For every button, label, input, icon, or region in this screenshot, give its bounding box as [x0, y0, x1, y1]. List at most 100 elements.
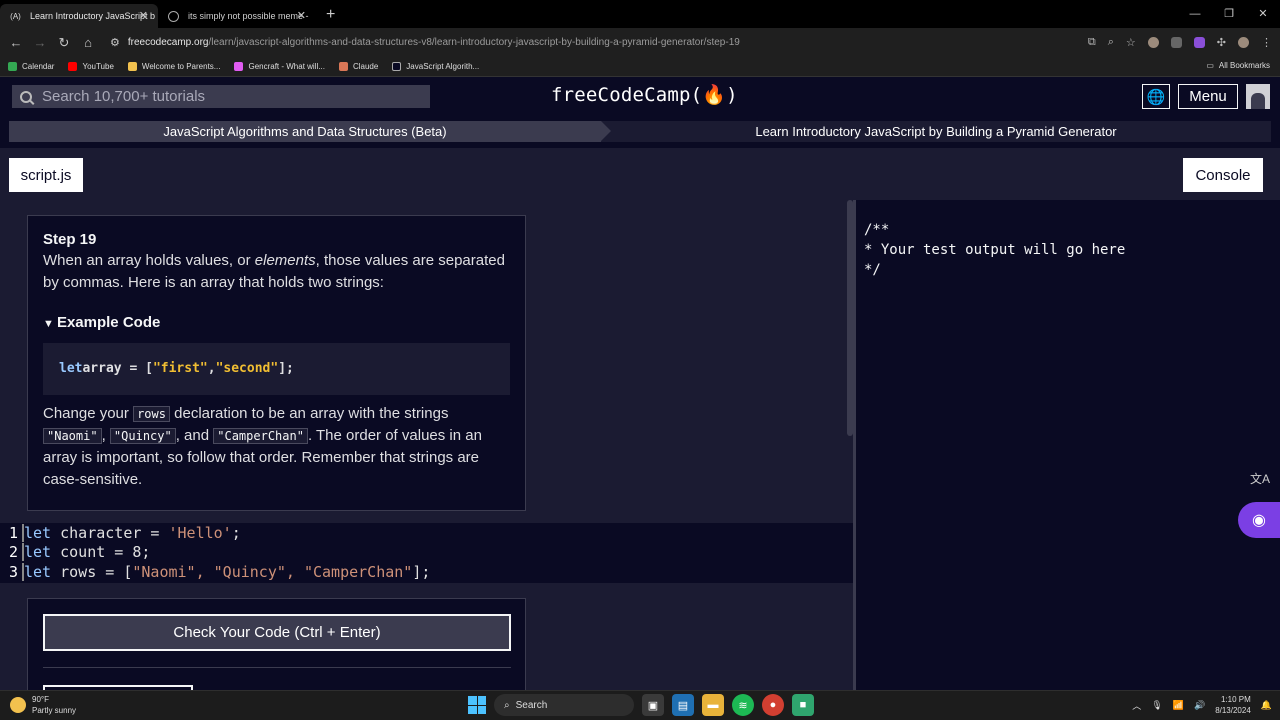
fcc-favicon-icon: (A) — [10, 12, 21, 21]
weather-widget[interactable]: 90°F Partly sunny — [10, 694, 76, 716]
notification-bell-icon[interactable]: 🔔 — [1261, 700, 1272, 711]
fcc-navbar: Search 10,700+ tutorials freeCodeCamp(🔥)… — [0, 78, 1280, 115]
close-tab-icon[interactable]: ✕ — [297, 9, 306, 22]
close-window-icon[interactable]: ✕ — [1246, 0, 1280, 28]
site-info-icon[interactable]: ⚙ — [110, 36, 120, 49]
browser-tab-active[interactable]: (A) Learn Introductory JavaScript b ✕ — [0, 4, 158, 28]
store-icon[interactable]: ▤ — [672, 694, 694, 716]
code-editor[interactable]: 1 let character = 'Hello'; 2 let count =… — [0, 523, 853, 583]
clock[interactable]: 1:10 PM 8/13/2024 — [1215, 694, 1251, 716]
new-tab-icon[interactable]: + — [326, 6, 335, 24]
fcc-logo[interactable]: freeCodeCamp(🔥) — [551, 83, 738, 106]
browser-menu-icon[interactable]: ⋮ — [1261, 36, 1272, 49]
extension-icon[interactable] — [1193, 37, 1205, 48]
gencraft-icon — [234, 62, 244, 71]
tab-title: Learn Introductory JavaScript b — [30, 11, 156, 21]
chrome-icon[interactable]: ● — [762, 694, 784, 716]
extension-icon[interactable] — [1170, 37, 1182, 48]
file-tab-script-js[interactable]: script.js — [9, 158, 83, 192]
home-icon[interactable]: ⌂ — [76, 35, 100, 50]
app-icon[interactable]: ■ — [792, 694, 814, 716]
menu-button[interactable]: Menu — [1178, 84, 1238, 109]
minimize-icon[interactable]: — — [1178, 0, 1212, 28]
spotify-icon[interactable]: ≋ — [732, 694, 754, 716]
wifi-icon[interactable]: 📶 — [1173, 700, 1184, 711]
language-globe-icon[interactable]: 🌐 — [1142, 84, 1170, 109]
avatar-silhouette-icon — [1251, 93, 1265, 109]
url-host: freecodecamp.org — [127, 37, 209, 48]
bookmarks-bar: Calendar YouTube Welcome to Parents... G… — [0, 57, 1280, 77]
search-icon: ⌕ — [504, 699, 510, 711]
search-icon — [20, 90, 32, 103]
zoom-icon[interactable]: ⌕ — [1108, 36, 1114, 49]
forward-icon[interactable]: → — [28, 35, 52, 50]
youtube-icon — [68, 62, 78, 71]
breadcrumb: JavaScript Algorithms and Data Structure… — [9, 121, 1271, 142]
windows-taskbar: 90°F Partly sunny ⌕ Search ▣ ▤ ▬ ≋ ● ■ ︿ … — [0, 690, 1280, 720]
console-toggle-button[interactable]: Console — [1183, 158, 1263, 192]
editor-line[interactable]: 3 let rows = ["Naomi", "Quincy", "Camper… — [0, 562, 853, 582]
divider — [43, 667, 511, 668]
line-text[interactable]: let count = 8; — [22, 543, 150, 562]
lesson-instructions: Change your rows declaration to be an ar… — [43, 405, 482, 488]
microphone-icon[interactable]: 🎙 — [1151, 700, 1162, 711]
maximize-icon[interactable]: ❐ — [1212, 0, 1246, 28]
all-bookmarks[interactable]: ▭ All Bookmarks — [1206, 61, 1270, 70]
install-icon[interactable]: ⧉ — [1088, 36, 1096, 49]
reload-icon[interactable]: ↻ — [52, 35, 76, 51]
breadcrumb-superblock[interactable]: JavaScript Algorithms and Data Structure… — [9, 121, 611, 142]
url-field[interactable]: ⚙ freecodecamp.org /learn/javascript-alg… — [110, 32, 740, 54]
file-explorer-icon[interactable]: ▬ — [702, 694, 724, 716]
assistant-extension-icon[interactable]: ◉ — [1238, 502, 1280, 538]
search-placeholder: Search 10,700+ tutorials — [42, 88, 206, 105]
profile-avatar[interactable] — [1238, 37, 1249, 48]
browser-extensions: ⧉ ⌕ ☆ ✣ ⋮ — [1088, 28, 1272, 57]
weather-temp: 90°F — [32, 695, 49, 704]
line-number: 2 — [8, 543, 18, 562]
line-text[interactable]: let character = 'Hello'; — [22, 523, 241, 542]
editor-toolbar: script.js Console — [0, 148, 1280, 200]
nav-actions: 🌐 Menu — [1142, 84, 1270, 109]
taskbar-search[interactable]: ⌕ Search — [494, 694, 634, 716]
weather-desc: Partly sunny — [32, 706, 77, 715]
bookmark-javascript[interactable]: JavaScript Algorith... — [392, 62, 479, 71]
calendar-icon — [8, 62, 17, 71]
extensions-puzzle-icon[interactable]: ✣ — [1217, 36, 1226, 49]
extension-icon[interactable] — [1147, 37, 1159, 48]
bookmark-gencraft[interactable]: Gencraft - What will... — [234, 62, 325, 71]
user-avatar[interactable] — [1246, 84, 1270, 109]
partly-sunny-icon — [10, 697, 26, 713]
folder-icon: ▭ — [1206, 61, 1214, 70]
close-tab-icon[interactable]: ✕ — [139, 9, 148, 22]
chevron-up-icon[interactable]: ︿ — [1132, 699, 1141, 712]
line-number: 3 — [8, 562, 18, 581]
windows-start-icon[interactable] — [468, 696, 486, 714]
line-text[interactable]: let rows = ["Naomi", "Quincy", "CamperCh… — [22, 562, 430, 581]
example-code-block: let array = ["first", "second"]; — [43, 343, 510, 395]
step-title: Step 19 — [43, 231, 97, 248]
browser-tabbar: (A) Learn Introductory JavaScript b ✕ it… — [0, 0, 1280, 28]
bookmark-calendar[interactable]: Calendar — [8, 62, 54, 71]
editor-line[interactable]: 1 let character = 'Hello'; — [0, 523, 853, 543]
bookmark-youtube[interactable]: YouTube — [68, 62, 114, 71]
back-icon[interactable]: ← — [4, 35, 28, 50]
check-code-button[interactable]: Check Your Code (Ctrl + Enter) — [43, 614, 511, 651]
example-code-toggle[interactable]: ▼ Example Code — [43, 312, 510, 335]
bookmark-claude[interactable]: Claude — [338, 62, 378, 71]
address-bar: ← → ↻ ⌂ ⚙ freecodecamp.org /learn/javasc… — [0, 28, 1280, 57]
line-number: 1 — [8, 523, 18, 542]
bookmark-parents[interactable]: Welcome to Parents... — [127, 62, 220, 71]
editor-line[interactable]: 2 let count = 8; — [0, 543, 853, 563]
volume-icon[interactable]: 🔊 — [1194, 700, 1205, 711]
translate-icon[interactable]: 文A — [1250, 470, 1270, 488]
task-view-icon[interactable]: ▣ — [642, 694, 664, 716]
console-output: /** * Your test output will go here */ — [864, 222, 1126, 278]
taskbar-apps: ⌕ Search ▣ ▤ ▬ ≋ ● ■ — [468, 694, 814, 716]
lesson-description: Step 19 When an array holds values, or e… — [27, 215, 526, 511]
browser-tab[interactable]: its simply not possible meme - ✕ — [158, 4, 316, 28]
globe-icon — [168, 11, 179, 22]
breadcrumb-block[interactable]: Learn Introductory JavaScript by Buildin… — [601, 121, 1271, 142]
bookmark-star-icon[interactable]: ☆ — [1126, 36, 1136, 49]
search-input[interactable]: Search 10,700+ tutorials — [12, 85, 430, 108]
fcc-favicon-icon — [392, 62, 402, 71]
